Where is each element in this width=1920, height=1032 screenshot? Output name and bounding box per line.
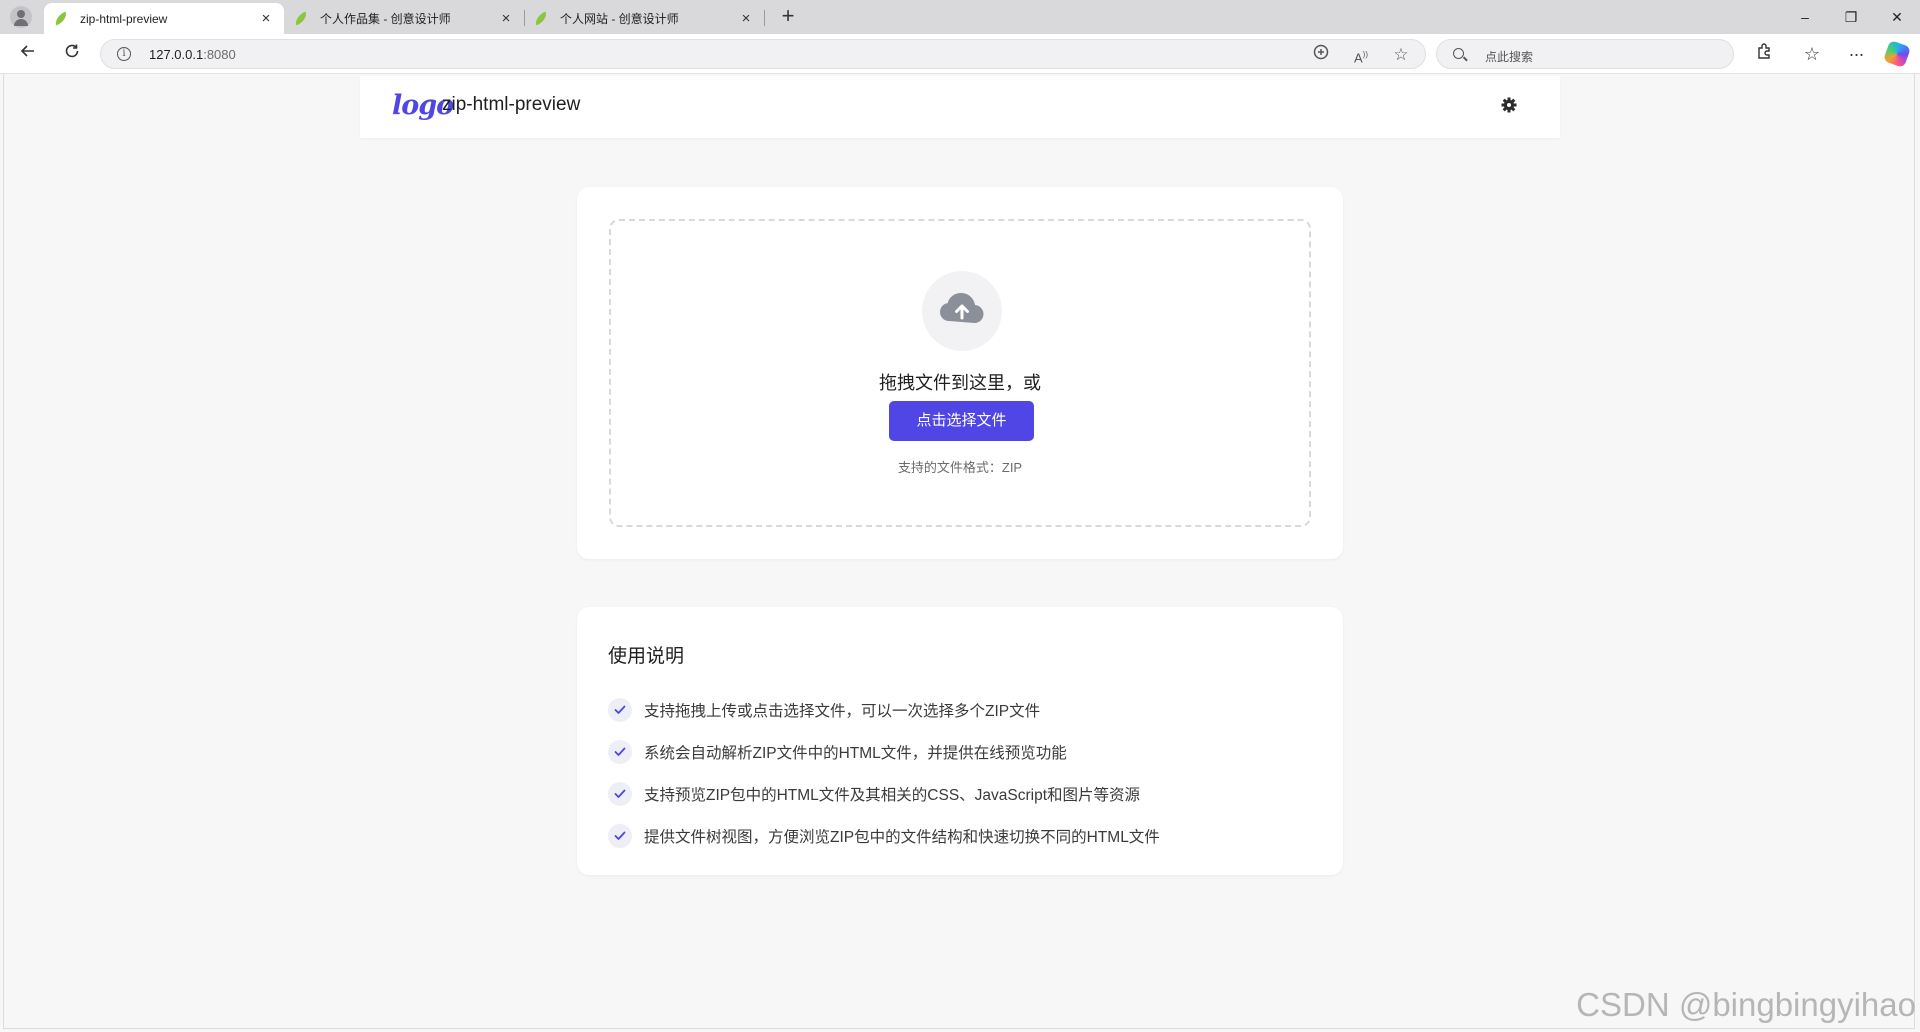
usage-guide-card: 使用说明 支持拖拽上传或点击选择文件，可以一次选择多个ZIP文件 系统会自动解析… [577,607,1343,875]
read-aloud-icon[interactable]: A)) [1350,44,1372,66]
new-tab-button[interactable]: + [774,4,802,30]
copilot-icon[interactable] [1882,39,1912,69]
app-title: zip-html-preview [442,94,581,115]
info-icon[interactable]: i [117,47,131,61]
profile-icon[interactable] [10,6,32,28]
check-icon [608,782,632,806]
address-bar[interactable]: i 127.0.0.1:8080 A)) ☆ [100,39,1426,69]
tab-label: 个人网站 - 创意设计师 [560,12,679,26]
guide-title: 使用说明 [608,646,685,667]
guide-item-text: 系统会自动解析ZIP文件中的HTML文件，并提供在线预览功能 [644,745,1067,762]
close-icon[interactable]: × [498,10,514,27]
tab-label: zip-html-preview [80,11,168,26]
search-box[interactable]: 点此搜索 [1436,39,1734,69]
guide-item-text: 支持预览ZIP包中的HTML文件及其相关的CSS、JavaScript和图片等资… [644,787,1141,804]
leaf-favicon-icon [292,11,310,26]
window-close-button[interactable]: ✕ [1874,0,1920,34]
reload-icon[interactable] [58,41,86,67]
url-host: 127.0.0.1 [149,47,204,62]
browser-toolbar: i 127.0.0.1:8080 A)) ☆ 点此搜索 ☆ ··· [0,34,1920,74]
list-item: 支持拖拽上传或点击选择文件，可以一次选择多个ZIP文件 [608,689,1308,731]
more-icon[interactable]: ··· [1842,41,1870,67]
check-icon [608,740,632,764]
list-item: 系统会自动解析ZIP文件中的HTML文件，并提供在线预览功能 [608,731,1308,773]
url-port: :8080 [203,47,236,62]
watermark: CSDN @bingbingyihao [1576,986,1916,1023]
tab-divider [764,10,765,26]
tab-label: 个人作品集 - 创意设计师 [320,12,451,26]
minimize-button[interactable]: – [1782,0,1828,34]
guide-item-text: 提供文件树视图，方便浏览ZIP包中的文件结构和快速切换不同的HTML文件 [644,829,1160,846]
gear-icon[interactable] [1498,96,1520,118]
close-icon[interactable]: × [258,10,274,27]
url-text: 127.0.0.1:8080 [149,47,236,62]
supported-formats: 支持的文件格式：ZIP [897,460,1023,475]
browser-tab-bar: zip-html-preview × 个人作品集 - 创意设计师 × 个人网站 … [0,0,1920,34]
back-icon[interactable] [14,41,42,67]
restore-button[interactable]: ❐ [1828,0,1874,34]
drop-zone[interactable]: 拖拽文件到这里，或 点击选择文件 支持的文件格式：ZIP [609,219,1311,527]
search-placeholder: 点此搜索 [1485,50,1534,64]
favorite-star-icon[interactable]: ☆ [1390,44,1412,66]
select-file-button[interactable]: 点击选择文件 [889,401,1034,441]
guide-list: 支持拖拽上传或点击选择文件，可以一次选择多个ZIP文件 系统会自动解析ZIP文件… [608,689,1308,857]
search-icon [1453,48,1464,59]
drop-instruction: 拖拽文件到这里，或 [879,373,1041,393]
leaf-favicon-icon [532,11,550,26]
list-item: 提供文件树视图，方便浏览ZIP包中的文件结构和快速切换不同的HTML文件 [608,815,1308,857]
tab-zip-html-preview[interactable]: zip-html-preview × [44,3,284,34]
check-icon [608,824,632,848]
tab-portfolio[interactable]: 个人作品集 - 创意设计师 × [284,3,524,34]
extensions-icon[interactable] [1750,41,1778,67]
check-icon [608,698,632,722]
upload-card: 拖拽文件到这里，或 点击选择文件 支持的文件格式：ZIP [577,187,1343,559]
tab-personal-site[interactable]: 个人网站 - 创意设计师 × [524,3,764,34]
list-item: 支持预览ZIP包中的HTML文件及其相关的CSS、JavaScript和图片等资… [608,773,1308,815]
close-icon[interactable]: × [738,10,754,27]
guide-item-text: 支持拖拽上传或点击选择文件，可以一次选择多个ZIP文件 [644,703,1041,720]
immersive-reader-icon[interactable] [1310,44,1332,66]
app-header: logo zip-html-preview [360,76,1560,138]
favorites-icon[interactable]: ☆ [1798,41,1826,67]
leaf-favicon-icon [52,11,70,26]
cloud-upload-icon [922,271,1002,351]
